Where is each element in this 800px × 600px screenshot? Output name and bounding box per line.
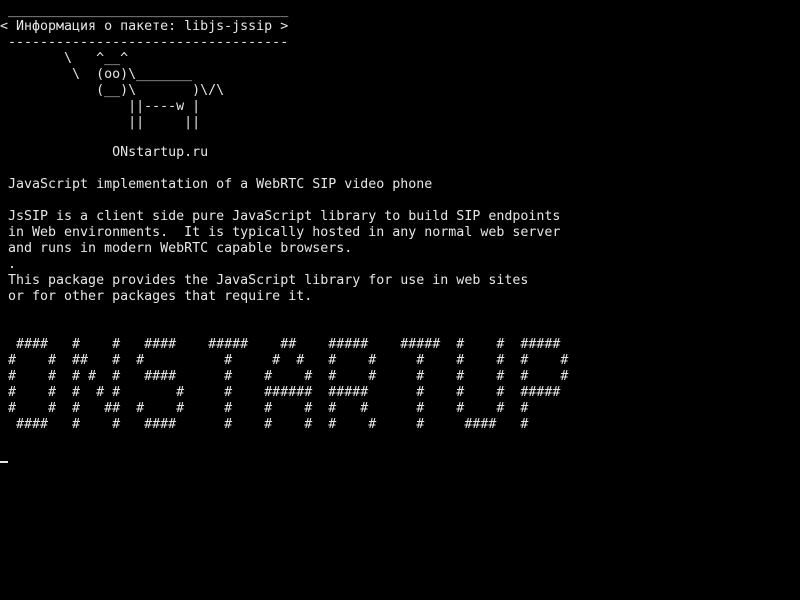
package-description: JsSIP is a client side pure JavaScript l… bbox=[8, 209, 561, 304]
cowsay-package-info: ___________________________________ < Ин… bbox=[0, 3, 289, 130]
terminal-screen: ___________________________________ < Ин… bbox=[0, 0, 800, 600]
text-cursor[interactable] bbox=[0, 461, 8, 463]
onstartup-ascii-banner: #### # # #### ##### ## ##### ##### # # #… bbox=[8, 337, 569, 432]
brand-text: ONstartup.ru bbox=[0, 145, 209, 160]
package-summary: JavaScript implementation of a WebRTC SI… bbox=[0, 177, 433, 192]
